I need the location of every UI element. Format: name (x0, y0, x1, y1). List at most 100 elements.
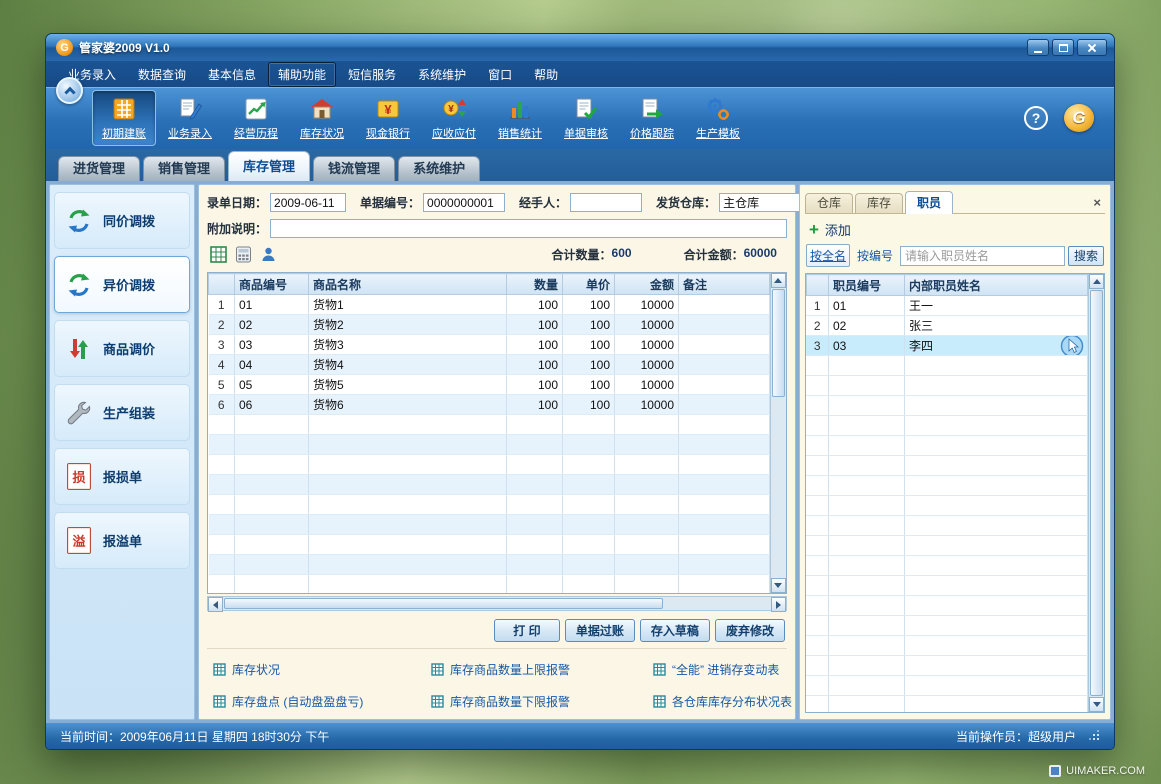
cell-empty[interactable] (806, 416, 828, 436)
menu-window[interactable]: 窗口 (478, 62, 522, 87)
cell-price[interactable]: 100 (563, 355, 615, 375)
item-row-empty[interactable] (209, 475, 770, 495)
cell-empty[interactable] (828, 696, 904, 713)
cell-code[interactable]: 03 (235, 335, 309, 355)
cell-empty[interactable] (235, 495, 309, 515)
cell-empty[interactable] (209, 455, 235, 475)
item-row[interactable]: 505货物510010010000 (209, 375, 770, 395)
cell-empty[interactable] (828, 536, 904, 556)
cell-name[interactable]: 货物4 (309, 355, 507, 375)
item-row-empty[interactable] (209, 415, 770, 435)
cell-row-no[interactable]: 6 (209, 395, 235, 415)
order-date-field[interactable] (270, 193, 346, 212)
maximize-button[interactable] (1052, 39, 1074, 56)
cell-staff-code[interactable]: 02 (828, 316, 904, 336)
item-row-empty[interactable] (209, 535, 770, 555)
cell-empty[interactable] (507, 495, 563, 515)
cell-staff-no[interactable]: 3 (806, 336, 828, 356)
cell-empty[interactable] (309, 415, 507, 435)
cell-empty[interactable] (904, 436, 1087, 456)
minimize-button[interactable] (1027, 39, 1049, 56)
title-bar[interactable]: G 管家婆2009 V1.0 (46, 34, 1114, 61)
tab-inventory[interactable]: 库存管理 (228, 151, 310, 181)
cell-empty[interactable] (309, 475, 507, 495)
staff-row-empty[interactable] (806, 436, 1087, 456)
cell-empty[interactable] (828, 576, 904, 596)
menu-basic-info[interactable]: 基本信息 (198, 62, 266, 87)
cell-empty[interactable] (563, 495, 615, 515)
link-stocktake[interactable]: 库存盘点 (自动盘盈盘亏) (213, 693, 431, 710)
cell-empty[interactable] (309, 555, 507, 575)
lookup-tab-warehouse[interactable]: 仓库 (805, 193, 853, 213)
cell-empty[interactable] (828, 636, 904, 656)
scroll-track[interactable] (771, 398, 786, 578)
staff-row-empty[interactable] (806, 676, 1087, 696)
toolbar-price-tracking-button[interactable]: 价格跟踪 (620, 90, 684, 146)
cell-empty[interactable] (235, 455, 309, 475)
link-qty-lower-limit-alert[interactable]: 库存商品数量下限报警 (431, 693, 653, 710)
lookup-tab-staff[interactable]: 职员 (905, 191, 953, 214)
scroll-up-button[interactable] (1089, 274, 1104, 289)
cell-empty[interactable] (615, 515, 679, 535)
cell-name[interactable]: 货物2 (309, 315, 507, 335)
staff-row-empty[interactable] (806, 656, 1087, 676)
cell-name[interactable]: 货物3 (309, 335, 507, 355)
toolbar-doc-audit-button[interactable]: 单据审核 (554, 90, 618, 146)
cell-empty[interactable] (828, 476, 904, 496)
cell-empty[interactable] (507, 535, 563, 555)
cell-empty[interactable] (507, 475, 563, 495)
scroll-up-button[interactable] (771, 273, 786, 288)
cell-note[interactable] (679, 375, 770, 395)
cell-staff-code[interactable]: 01 (828, 296, 904, 316)
cell-empty[interactable] (806, 396, 828, 416)
cell-empty[interactable] (309, 435, 507, 455)
cell-price[interactable]: 100 (563, 375, 615, 395)
cell-empty[interactable] (904, 596, 1087, 616)
cell-note[interactable] (679, 315, 770, 335)
cell-empty[interactable] (615, 435, 679, 455)
cell-amount[interactable]: 10000 (615, 335, 679, 355)
cell-empty[interactable] (563, 435, 615, 455)
sidebar-item-same-price-transfer[interactable]: 同价调拨 (54, 192, 190, 249)
item-row-empty[interactable] (209, 435, 770, 455)
lookup-tab-inventory[interactable]: 库存 (855, 193, 903, 213)
link-warehouse-distribution[interactable]: 各仓库库存分布状况表 (653, 693, 792, 710)
cell-note[interactable] (679, 295, 770, 315)
staff-row-empty[interactable] (806, 456, 1087, 476)
cell-code[interactable]: 02 (235, 315, 309, 335)
toolbar-receivables-payables-button[interactable]: ¥ 应收应付 (422, 90, 486, 146)
item-row[interactable]: 202货物210010010000 (209, 315, 770, 335)
staff-row-empty[interactable] (806, 596, 1087, 616)
tab-cashflow[interactable]: 钱流管理 (313, 156, 395, 181)
discard-changes-button[interactable]: 废弃修改 (715, 619, 785, 642)
cell-amount[interactable]: 10000 (615, 355, 679, 375)
scroll-left-button[interactable] (208, 597, 223, 612)
item-row-empty[interactable] (209, 515, 770, 535)
cell-qty[interactable]: 100 (507, 395, 563, 415)
cell-empty[interactable] (679, 555, 770, 575)
cell-empty[interactable] (309, 515, 507, 535)
scroll-thumb[interactable] (224, 598, 663, 609)
cell-empty[interactable] (904, 556, 1087, 576)
item-row[interactable]: 404货物410010010000 (209, 355, 770, 375)
cell-staff-name[interactable]: 张三 (904, 316, 1087, 336)
cell-note[interactable] (679, 335, 770, 355)
staff-row-empty[interactable] (806, 636, 1087, 656)
close-button[interactable] (1077, 39, 1107, 56)
staff-vertical-scrollbar[interactable] (1088, 274, 1104, 712)
cell-row-no[interactable]: 1 (209, 295, 235, 315)
cell-empty[interactable] (235, 475, 309, 495)
menu-data-query[interactable]: 数据查询 (128, 62, 196, 87)
cell-staff-code[interactable]: 03 (828, 336, 904, 356)
cell-qty[interactable]: 100 (507, 335, 563, 355)
cell-empty[interactable] (563, 475, 615, 495)
search-button[interactable]: 搜索 (1068, 246, 1104, 266)
cell-empty[interactable] (904, 656, 1087, 676)
help-button[interactable]: ? (1024, 106, 1048, 130)
cell-empty[interactable] (309, 455, 507, 475)
cell-empty[interactable] (507, 515, 563, 535)
cell-name[interactable]: 货物6 (309, 395, 507, 415)
cell-empty[interactable] (507, 575, 563, 594)
person-button[interactable] (259, 245, 277, 263)
cell-amount[interactable]: 10000 (615, 395, 679, 415)
